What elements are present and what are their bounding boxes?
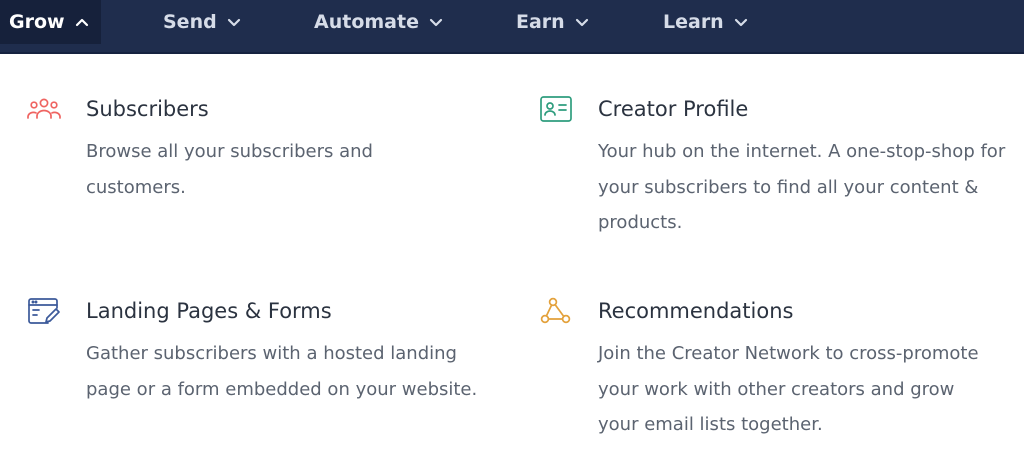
nav-item-automate[interactable]: Automate	[314, 0, 443, 44]
menu-card-title: Subscribers	[86, 97, 209, 121]
menu-card-description: Your hub on the internet. A one-stop-sho…	[598, 141, 1006, 233]
menu-card-title: Creator Profile	[598, 97, 749, 121]
top-navigation: Grow Send Automate Earn Learn	[0, 0, 1024, 54]
nav-item-label: Send	[163, 11, 217, 33]
nav-item-label: Grow	[9, 11, 65, 33]
chevron-down-icon	[575, 15, 589, 29]
nav-item-grow[interactable]: Grow	[0, 0, 101, 44]
menu-card-description: Join the Creator Network to cross-promot…	[598, 343, 979, 435]
id-card-icon	[538, 94, 574, 124]
chevron-down-icon	[429, 15, 443, 29]
menu-card-title: Recommendations	[598, 299, 794, 323]
nav-item-label: Earn	[516, 11, 565, 33]
nav-item-earn[interactable]: Earn	[516, 0, 589, 44]
nav-item-label: Automate	[314, 11, 419, 33]
users-icon	[26, 94, 62, 124]
nav-item-learn[interactable]: Learn	[663, 0, 748, 44]
menu-card-description: Gather subscribers with a hosted landing…	[86, 343, 478, 400]
network-nodes-icon	[538, 296, 574, 326]
menu-card-title: Landing Pages & Forms	[86, 299, 332, 323]
form-edit-icon	[26, 296, 62, 326]
nav-item-label: Learn	[663, 11, 724, 33]
nav-item-send[interactable]: Send	[163, 0, 241, 44]
chevron-down-icon	[227, 15, 241, 29]
menu-card-description: Browse all your subscribers and customer…	[86, 141, 373, 198]
chevron-up-icon	[75, 15, 89, 29]
chevron-down-icon	[734, 15, 748, 29]
